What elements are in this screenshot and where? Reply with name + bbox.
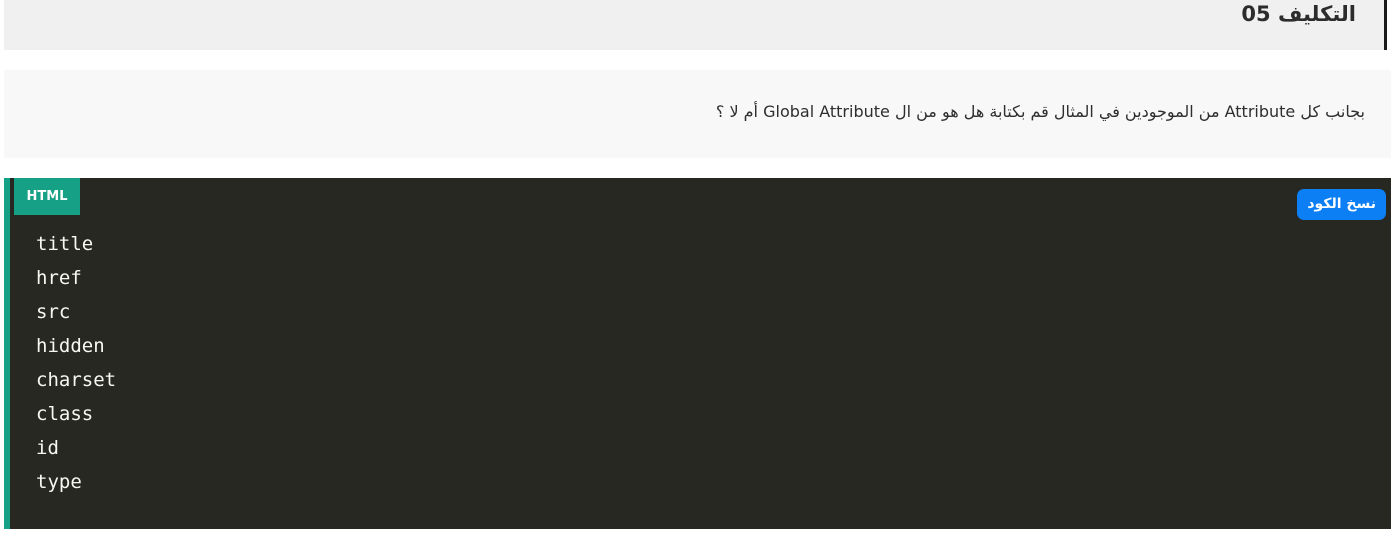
exercise-header: التكليف 05 [4, 0, 1387, 50]
code-line: src [36, 301, 71, 323]
code-line: class [36, 403, 94, 425]
language-badge: HTML [14, 178, 80, 215]
code-line: type [36, 471, 82, 493]
page: التكليف 05 بجانب كل Attribute من الموجود… [0, 0, 1395, 547]
code-block: HTML نسخ الكود title href src hidden cha… [4, 178, 1391, 529]
code-lines: title href src hidden charset class id t… [36, 227, 116, 499]
question-box: بجانب كل Attribute من الموجودين في المثا… [4, 70, 1391, 158]
copy-code-button[interactable]: نسخ الكود [1297, 189, 1386, 220]
exercise-title: التكليف 05 [1241, 2, 1356, 26]
code-line: title [36, 233, 94, 255]
code-line: charset [36, 369, 117, 391]
code-line: href [36, 267, 82, 289]
code-line: id [36, 437, 59, 459]
question-text: بجانب كل Attribute من الموجودين في المثا… [715, 102, 1365, 121]
code-line: hidden [36, 335, 105, 357]
